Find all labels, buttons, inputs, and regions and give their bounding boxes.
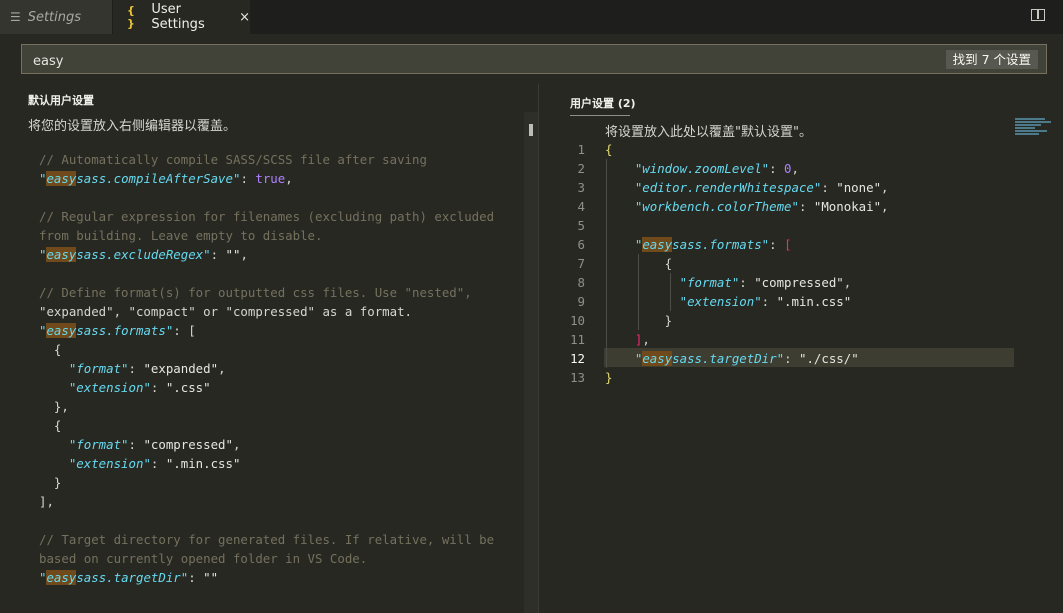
default-settings-header: 默认用户设置	[28, 94, 94, 107]
code-line: "editor.renderWhitespace": "none",	[634, 180, 889, 195]
code-line: "easysass.targetDir": ""	[39, 570, 219, 585]
default-settings-code[interactable]: // Automatically compile SASS/SCSS file …	[39, 150, 494, 587]
code-line: "window.zoomLevel": 0,	[634, 161, 799, 176]
user-settings-editor[interactable]: { "window.zoomLevel": 0, "editor.renderW…	[605, 140, 889, 387]
code-line: "extension": ".min.css"	[679, 294, 852, 309]
pane-divider[interactable]	[538, 84, 539, 613]
code-line: based on currently opened folder in VS C…	[39, 551, 368, 566]
line-number: 1	[577, 142, 585, 157]
line-number: 10	[570, 313, 585, 328]
active-header-underline	[570, 115, 630, 116]
code-line: {	[605, 142, 613, 157]
line-number: 3	[577, 180, 585, 195]
braces-icon: { }	[127, 4, 135, 30]
code-line: }	[605, 370, 613, 385]
code-line: "easysass.formats": [	[39, 323, 196, 338]
code-line: "workbench.colorTheme": "Monokai",	[634, 199, 889, 214]
code-line: "format": "expanded",	[68, 361, 226, 376]
code-line: "extension": ".css"	[68, 380, 211, 395]
code-line: {	[39, 342, 62, 357]
scroll-thumb[interactable]	[529, 124, 533, 136]
line-number: 13	[570, 370, 585, 385]
tab-label: Settings	[27, 9, 82, 25]
code-line: "easysass.formats": [	[634, 237, 792, 252]
tab-bar: ☰ Settings { } User Settings ×	[0, 0, 1063, 34]
code-line: {	[39, 418, 62, 433]
line-number: 4	[577, 199, 585, 214]
code-line: {	[605, 256, 673, 271]
line-number: 11	[570, 332, 585, 347]
settings-lines-icon: ☰	[10, 10, 21, 24]
line-number-gutter: 1 2 3 4 5 6 7 8 9 10 11 12 13	[555, 140, 585, 387]
line-number: 12	[570, 351, 585, 366]
code-line: "easysass.targetDir": "./css/"	[634, 351, 859, 366]
code-line: // Define format(s) for outputted css fi…	[39, 285, 472, 300]
code-line: },	[39, 399, 69, 414]
user-settings-header: 用户设置 (2)	[570, 97, 636, 110]
code-line: }	[39, 475, 62, 490]
code-line: from building. Leave empty to disable.	[39, 228, 323, 243]
code-line: "format": "compressed",	[68, 437, 241, 452]
user-settings-description: 将设置放入此处以覆盖"默认设置"。	[605, 125, 812, 140]
split-editor-icon[interactable]	[1031, 9, 1045, 21]
default-settings-description: 将您的设置放入右侧编辑器以覆盖。	[28, 119, 237, 134]
line-number: 7	[577, 256, 585, 271]
code-line: "easysass.excludeRegex": "",	[39, 247, 248, 262]
left-scrollbar[interactable]	[524, 112, 538, 613]
settings-search-box: 找到 7 个设置	[21, 44, 1047, 74]
search-input[interactable]	[31, 50, 915, 72]
line-number: 9	[577, 294, 585, 309]
line-number: 8	[577, 275, 585, 290]
close-icon[interactable]: ×	[239, 10, 250, 25]
code-line: "extension": ".min.css"	[68, 456, 241, 471]
code-line: // Target directory for generated files.…	[39, 532, 495, 547]
line-number: 2	[577, 161, 585, 176]
code-line: // Automatically compile SASS/SCSS file …	[39, 152, 427, 167]
code-line: // Regular expression for filenames (exc…	[39, 209, 495, 224]
code-line: "format": "compressed",	[679, 275, 852, 290]
line-number: 6	[577, 237, 585, 252]
search-result-count: 找到 7 个设置	[945, 50, 1038, 69]
minimap[interactable]	[1015, 118, 1053, 148]
code-line: "easysass.compileAfterSave": true,	[39, 171, 293, 186]
tab-settings[interactable]: ☰ Settings	[0, 0, 112, 34]
tab-user-settings[interactable]: { } User Settings ×	[113, 0, 250, 34]
code-line: ],	[634, 332, 650, 347]
line-number: 5	[577, 218, 585, 233]
code-line: }	[605, 313, 673, 328]
code-line: ],	[39, 494, 54, 509]
tab-label: User Settings	[151, 2, 205, 32]
code-line: "expanded", "compact" or "compressed" as…	[39, 304, 412, 319]
